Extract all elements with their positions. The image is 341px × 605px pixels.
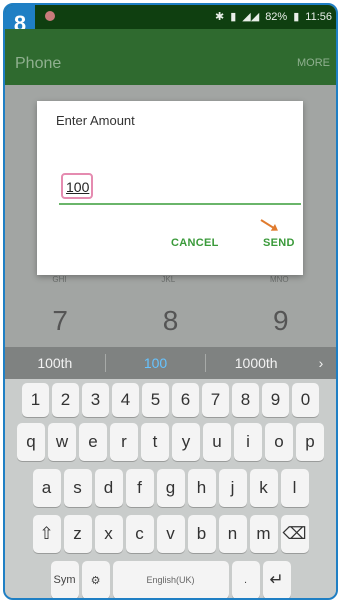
- dialpad-key-7[interactable]: 7: [52, 305, 68, 337]
- qwerty-row: q w e r t y u i o p: [5, 423, 336, 461]
- shift-icon: ⇧: [39, 524, 54, 543]
- more-menu[interactable]: MORE: [297, 57, 330, 69]
- number-row: 1 2 3 4 5 6 7 8 9 0: [5, 383, 336, 417]
- zxcv-row: ⇧ z x c v b n m ⌫: [5, 515, 336, 553]
- key-x[interactable]: x: [94, 515, 123, 553]
- dialpad-key-9[interactable]: 9: [273, 305, 289, 337]
- bottom-row: Sym ⚙ English(UK) . ↵: [5, 561, 336, 598]
- app-title: Phone: [15, 55, 62, 72]
- suggestion-3[interactable]: 1000th: [206, 355, 306, 371]
- enter-key[interactable]: ↵: [262, 561, 291, 598]
- key-y[interactable]: y: [172, 423, 200, 461]
- key-0[interactable]: 0: [292, 383, 319, 417]
- input-underline: [59, 203, 301, 205]
- status-bar: ✱ ▮ ◢◢ 82% ▮ 11:56: [5, 5, 336, 29]
- dialpad-letters: GHI JKL MNO: [5, 275, 336, 284]
- key-h[interactable]: h: [187, 469, 216, 507]
- key-n[interactable]: n: [218, 515, 247, 553]
- key-7[interactable]: 7: [202, 383, 229, 417]
- amount-field-wrapper: 100: [59, 173, 301, 205]
- key-k[interactable]: k: [249, 469, 278, 507]
- dialpad-letters-7: GHI: [52, 275, 67, 284]
- key-a[interactable]: a: [32, 469, 61, 507]
- key-f[interactable]: f: [125, 469, 154, 507]
- key-w[interactable]: w: [48, 423, 76, 461]
- vibrate-icon: ▮: [230, 11, 237, 23]
- key-u[interactable]: u: [203, 423, 231, 461]
- suggestion-1[interactable]: 100th: [5, 355, 105, 371]
- space-key[interactable]: English(UK): [112, 561, 229, 598]
- suggestion-2[interactable]: 100: [106, 355, 206, 371]
- status-icons: ✱ ▮ ◢◢ 82% ▮ 11:56: [214, 10, 332, 24]
- settings-key[interactable]: ⚙: [81, 561, 110, 598]
- key-d[interactable]: d: [94, 469, 123, 507]
- key-i[interactable]: i: [234, 423, 262, 461]
- enter-icon: ↵: [269, 570, 284, 589]
- battery-icon: ▮: [293, 11, 300, 23]
- chevron-right-icon[interactable]: ›: [306, 355, 336, 371]
- dialpad-key-8[interactable]: 8: [163, 305, 179, 337]
- dialpad-letters-8: JKL: [161, 275, 176, 284]
- gear-icon: ⚙: [90, 574, 101, 587]
- key-m[interactable]: m: [249, 515, 278, 553]
- key-1[interactable]: 1: [22, 383, 49, 417]
- key-r[interactable]: r: [110, 423, 138, 461]
- screenshot-frame: ✱ ▮ ◢◢ 82% ▮ 11:56 8 Phone MORE GHI JKL …: [3, 3, 338, 600]
- notification-icon: [45, 11, 55, 21]
- key-6[interactable]: 6: [172, 383, 199, 417]
- dialog-actions: CANCEL SEND: [37, 237, 303, 261]
- enter-amount-dialog: Enter Amount 100 CANCEL SEND: [37, 101, 303, 275]
- key-2[interactable]: 2: [52, 383, 79, 417]
- dialog-title: Enter Amount: [56, 113, 135, 128]
- key-v[interactable]: v: [156, 515, 185, 553]
- signal-icon: ◢◢: [242, 11, 260, 23]
- key-4[interactable]: 4: [112, 383, 139, 417]
- pointer-arrow-icon: [260, 219, 277, 231]
- backspace-icon: ⌫: [282, 524, 307, 543]
- key-t[interactable]: t: [141, 423, 169, 461]
- amount-input[interactable]: 100: [61, 173, 93, 199]
- soft-keyboard: 1 2 3 4 5 6 7 8 9 0 q w e r t y u i o p …: [5, 379, 336, 598]
- key-5[interactable]: 5: [142, 383, 169, 417]
- key-8[interactable]: 8: [232, 383, 259, 417]
- asdf-row: a s d f g h j k l: [5, 469, 336, 507]
- key-g[interactable]: g: [156, 469, 185, 507]
- sym-key[interactable]: Sym: [50, 561, 79, 598]
- period-key[interactable]: .: [231, 561, 260, 598]
- suggestion-bar: 100th 100 1000th ›: [5, 347, 336, 379]
- battery-percent: 82%: [265, 10, 288, 23]
- backspace-key[interactable]: ⌫: [280, 515, 309, 553]
- cancel-button[interactable]: CANCEL: [171, 237, 219, 249]
- key-9[interactable]: 9: [262, 383, 289, 417]
- bluetooth-icon: ✱: [214, 11, 225, 23]
- key-3[interactable]: 3: [82, 383, 109, 417]
- key-c[interactable]: c: [125, 515, 154, 553]
- shift-key[interactable]: ⇧: [32, 515, 61, 553]
- dialpad-letters-9: MNO: [269, 275, 289, 284]
- key-o[interactable]: o: [265, 423, 293, 461]
- app-bar: Phone MORE: [5, 29, 336, 85]
- key-s[interactable]: s: [63, 469, 92, 507]
- clock: 11:56: [305, 10, 332, 23]
- send-button[interactable]: SEND: [263, 237, 295, 249]
- key-e[interactable]: e: [79, 423, 107, 461]
- key-q[interactable]: q: [17, 423, 45, 461]
- key-l[interactable]: l: [280, 469, 309, 507]
- key-p[interactable]: p: [296, 423, 324, 461]
- dialpad-digits: 7 8 9: [5, 305, 336, 337]
- key-j[interactable]: j: [218, 469, 247, 507]
- key-z[interactable]: z: [63, 515, 92, 553]
- key-b[interactable]: b: [187, 515, 216, 553]
